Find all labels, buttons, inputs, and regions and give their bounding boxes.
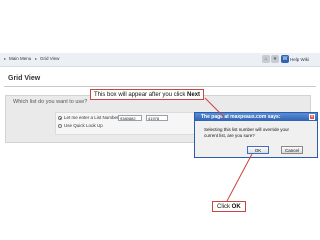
callout-pointers xyxy=(204,97,253,202)
pointer-to-ok xyxy=(226,153,253,202)
pointer-to-dialog xyxy=(204,97,225,118)
